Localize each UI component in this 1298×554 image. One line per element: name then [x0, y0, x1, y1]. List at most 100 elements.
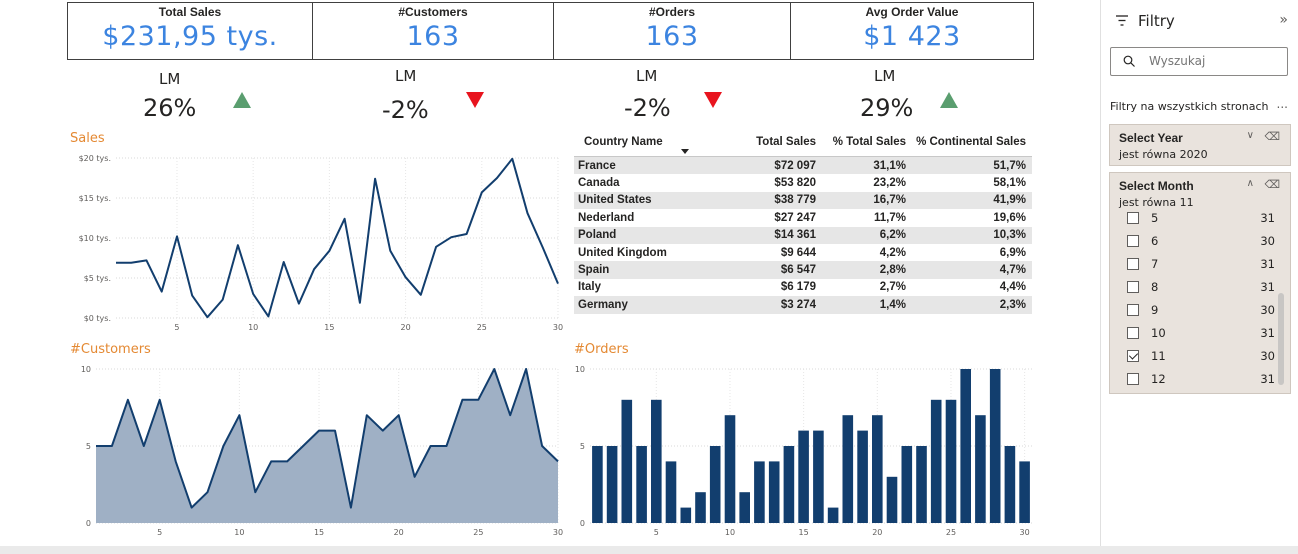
country-sales-table[interactable]: Country Name Total Sales % Total Sales %…	[574, 133, 1032, 314]
table-row[interactable]: Canada $53 820 23,2% 58,1%	[574, 174, 1032, 191]
kpi-card-total-sales[interactable]: Total Sales $231,95 tys.	[67, 2, 313, 60]
kpi-card-avg-order-value[interactable]: Avg Order Value $1 423	[790, 2, 1034, 60]
orders-bar	[592, 446, 603, 523]
table-row[interactable]: Spain $6 547 2,8% 4,7%	[574, 261, 1032, 279]
orders-bar	[651, 399, 662, 523]
y-tick-label: $20 tys.	[79, 154, 111, 163]
orders-bar	[665, 461, 677, 523]
filter-card-year[interactable]: Select Year jest równa 2020 ∨ ⌫	[1109, 124, 1291, 166]
table-row[interactable]: Germany $3 274 1,4% 2,3%	[574, 296, 1032, 314]
cell-pct-continental: 10,3%	[993, 229, 1026, 242]
month-item[interactable]: 7 31	[1127, 255, 1275, 273]
kpi-value: $1 423	[863, 21, 961, 52]
column-header-country[interactable]: Country Name	[574, 133, 692, 156]
sales-line-chart[interactable]: $0 tys. $5 tys. $10 tys. $15 tys. $20 tys. 5 1…	[66, 148, 566, 336]
kpi-value: 163	[406, 21, 460, 52]
lm-label: LM	[159, 70, 181, 88]
trend-down-icon	[466, 92, 484, 108]
filter-search-box[interactable]	[1110, 47, 1288, 76]
chevron-down-icon[interactable]: ∨	[1247, 130, 1254, 141]
clear-filter-icon[interactable]: ⌫	[1264, 178, 1280, 191]
search-icon	[1123, 55, 1135, 67]
checkbox[interactable]	[1127, 212, 1139, 224]
month-item[interactable]: 5 31	[1127, 209, 1275, 227]
x-tick-label: 20	[872, 528, 882, 537]
month-item[interactable]: 11 30	[1127, 347, 1275, 365]
orders-bar	[857, 430, 868, 523]
cell-pct-continental: 4,4%	[999, 281, 1026, 294]
month-item-label: 7	[1151, 257, 1159, 271]
checkbox[interactable]	[1127, 281, 1139, 293]
month-item-count: 31	[1260, 372, 1275, 386]
sort-descending-icon[interactable]	[681, 149, 689, 154]
month-item-count: 31	[1260, 211, 1275, 225]
column-header-pct-continental[interactable]: % Continental Sales	[906, 133, 1026, 156]
checkbox[interactable]	[1127, 235, 1139, 247]
lm-label: LM	[636, 67, 658, 85]
orders-bar	[606, 446, 618, 523]
y-tick-label: $15 tys.	[79, 194, 111, 203]
month-item-count: 30	[1260, 303, 1275, 317]
cell-country: Nederland	[578, 211, 635, 224]
chevron-up-icon[interactable]: ∧	[1247, 178, 1254, 189]
report-canvas: Total Sales $231,95 tys. #Customers 163 …	[0, 0, 1098, 554]
checkbox[interactable]	[1127, 258, 1139, 270]
chevron-double-right-icon[interactable]: »	[1279, 12, 1288, 28]
cell-pct-total: 2,8%	[879, 264, 906, 277]
x-tick-label: 20	[394, 528, 404, 537]
cell-pct-continental: 41,9%	[993, 194, 1026, 207]
scrollbar[interactable]	[1278, 293, 1284, 385]
cell-pct-continental: 51,7%	[993, 159, 1026, 172]
cell-total-sales: $6 547	[780, 264, 816, 277]
orders-bar	[783, 446, 795, 523]
cell-country: Germany	[578, 298, 628, 311]
orders-bar	[813, 430, 824, 523]
more-options-icon[interactable]: ...	[1277, 97, 1288, 111]
orders-bar-chart[interactable]: 0 5 10 5 10 15 20 25 30	[570, 360, 1038, 542]
orders-bar	[680, 507, 692, 523]
orders-bar	[930, 399, 942, 523]
checkbox-checked[interactable]	[1127, 350, 1139, 362]
checkbox[interactable]	[1127, 327, 1139, 339]
column-header-pct-total[interactable]: % Total Sales	[816, 133, 906, 156]
month-item[interactable]: 9 30	[1127, 301, 1275, 319]
filter-search-input[interactable]	[1149, 54, 1279, 68]
cell-pct-total: 16,7%	[873, 194, 906, 207]
month-item[interactable]: 12 31	[1127, 370, 1275, 388]
month-item[interactable]: 10 31	[1127, 324, 1275, 342]
table-row[interactable]: Nederland $27 247 11,7% 19,6%	[574, 209, 1032, 226]
kpi-card-orders[interactable]: #Orders 163	[553, 2, 791, 60]
trend-down-icon	[704, 92, 722, 108]
kpi-card-customers[interactable]: #Customers 163	[312, 2, 554, 60]
kpi-value: 163	[645, 21, 699, 52]
table-row[interactable]: United States $38 779 16,7% 41,9%	[574, 191, 1032, 210]
table-row[interactable]: France $72 097 31,1% 51,7%	[574, 157, 1032, 175]
filter-card-month[interactable]: Select Month jest równa 11 ∧ ⌫ 5 31 6 30 7 31…	[1109, 172, 1291, 394]
table-row[interactable]: Italy $6 179 2,7% 4,4%	[574, 279, 1032, 296]
filter-icon	[1116, 15, 1128, 26]
orders-bar	[842, 415, 854, 523]
cell-total-sales: $3 274	[780, 298, 816, 311]
orders-bar	[989, 369, 1001, 523]
month-item[interactable]: 8 31	[1127, 278, 1275, 296]
lm-value: 29%	[860, 94, 914, 122]
page-tabs-bar	[0, 546, 1298, 554]
kpi-title: #Orders	[648, 5, 696, 19]
customers-area-chart[interactable]: 0 5 10 5 10 15 20 25 30	[66, 360, 566, 542]
checkbox[interactable]	[1127, 373, 1139, 385]
table-row[interactable]: United Kingdom $9 644 4,2% 6,9%	[574, 244, 1032, 261]
kpi-title: Total Sales	[158, 5, 222, 19]
chart-title-sales: Sales	[70, 131, 105, 146]
month-item-label: 10	[1151, 326, 1166, 340]
table-row[interactable]: Poland $14 361 6,2% 10,3%	[574, 226, 1032, 244]
orders-bar	[975, 415, 986, 523]
x-tick-label: 20	[400, 323, 410, 332]
column-header-total-sales[interactable]: Total Sales	[692, 133, 816, 156]
trend-up-icon	[233, 92, 251, 108]
chart-title-orders: #Orders	[574, 342, 629, 357]
clear-filter-icon[interactable]: ⌫	[1264, 130, 1280, 143]
month-item[interactable]: 6 30	[1127, 232, 1275, 250]
y-tick-label: 5	[580, 442, 585, 451]
checkbox[interactable]	[1127, 304, 1139, 316]
orders-bar	[739, 492, 750, 523]
